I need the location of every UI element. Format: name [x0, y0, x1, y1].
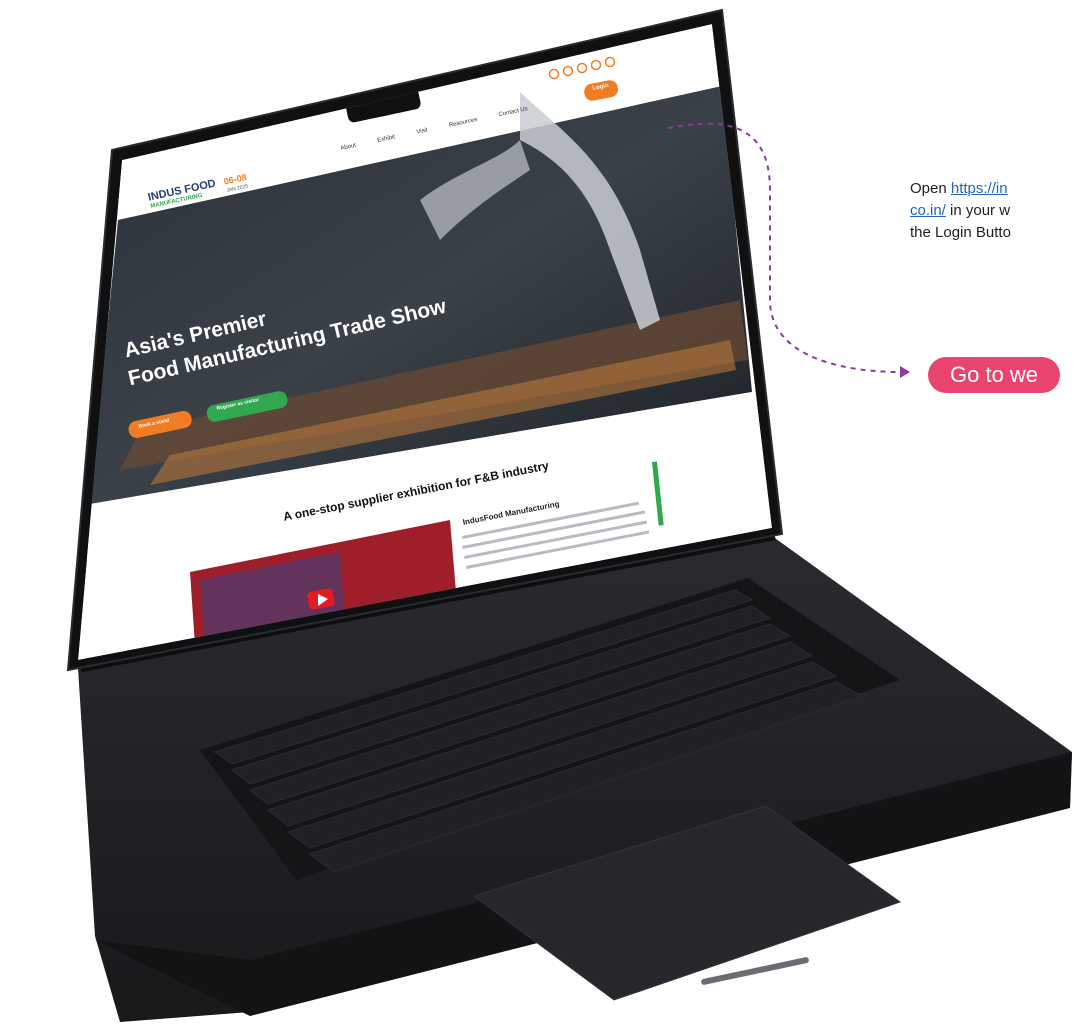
instruction-prefix: Open	[910, 180, 951, 197]
instruction-text: Open https://in co.in/ in your w the Log…	[910, 178, 1088, 244]
website-link[interactable]: https://in	[951, 180, 1008, 197]
instruction-line2: in your w	[945, 202, 1011, 219]
instruction-line3: the Login Butto	[910, 224, 1011, 241]
laptop-illustration	[66, 8, 1072, 1022]
connector-arrow-icon	[900, 366, 910, 378]
stage	[0, 0, 1088, 1027]
go-to-website-button[interactable]: Go to we	[928, 357, 1061, 393]
website-link-cont[interactable]: co.in/	[910, 202, 946, 219]
